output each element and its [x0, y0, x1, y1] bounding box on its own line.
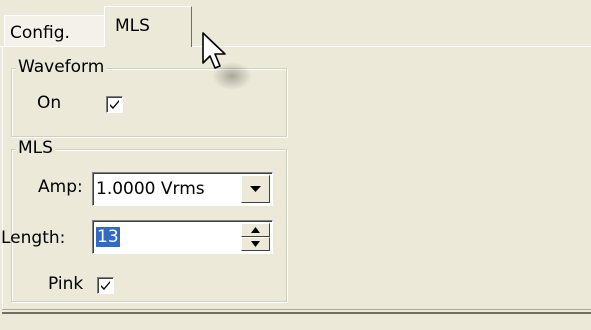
pink-checkbox[interactable] [97, 277, 114, 294]
mls-group-title: MLS [16, 138, 55, 158]
tab-config[interactable]: Config. [4, 15, 105, 46]
tab-config-label: Config. [10, 23, 70, 43]
tab-mls[interactable]: MLS [104, 6, 192, 47]
length-spinbox[interactable]: 13 [92, 220, 273, 254]
amp-value: 1.0000 Vrms [96, 179, 205, 199]
waveform-group-title: Waveform [16, 57, 107, 77]
length-label: Length: [1, 228, 66, 248]
panel-bottom-shadow [2, 312, 591, 314]
pink-label: Pink [48, 274, 84, 294]
panel-bottom-edge [2, 309, 591, 310]
length-value: 13 [96, 225, 120, 249]
check-icon [101, 281, 110, 290]
spin-up-icon [251, 227, 260, 233]
amp-label: Amp: [38, 177, 83, 197]
length-value-selected: 13 [96, 227, 120, 247]
length-spin-down-button[interactable] [241, 237, 270, 251]
panel-left-edge [2, 47, 3, 310]
tab-mls-label: MLS [115, 16, 150, 36]
length-spin-up-button[interactable] [241, 223, 270, 237]
waveform-on-label: On [37, 93, 62, 113]
chevron-down-icon [250, 186, 261, 192]
check-icon [110, 100, 119, 109]
spin-down-icon [251, 241, 260, 247]
waveform-on-checkbox[interactable] [106, 96, 123, 113]
amp-combobox[interactable]: 1.0000 Vrms [92, 172, 273, 206]
amp-dropdown-button[interactable] [241, 175, 270, 203]
mouse-pointer-icon [202, 32, 252, 90]
